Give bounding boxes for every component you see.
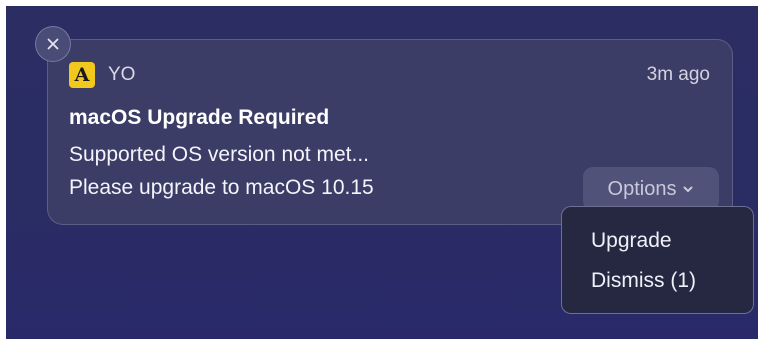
options-label: Options — [607, 177, 677, 200]
notification-title: macOS Upgrade Required — [69, 106, 330, 129]
options-menu: Upgrade Dismiss (1) — [561, 206, 754, 314]
close-icon — [47, 38, 59, 50]
menu-item-upgrade[interactable]: Upgrade — [562, 221, 753, 261]
app-name: YO — [108, 64, 136, 85]
notification-timestamp: 3m ago — [646, 64, 710, 85]
notification-subtitle: Supported OS version not met... — [69, 143, 369, 166]
app-icon: A — [69, 62, 95, 88]
app-icon-letter: A — [74, 63, 90, 86]
close-button[interactable] — [35, 26, 71, 62]
options-button[interactable]: Options — [583, 167, 719, 211]
notification-body: Please upgrade to macOS 10.15 — [69, 176, 374, 199]
chevron-down-icon — [683, 186, 693, 192]
menu-item-dismiss[interactable]: Dismiss (1) — [562, 261, 753, 301]
